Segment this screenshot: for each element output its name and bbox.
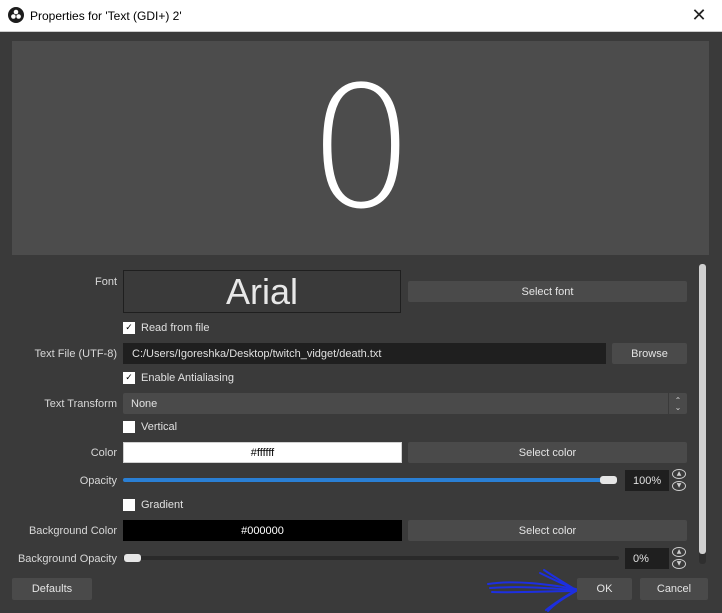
cancel-button[interactable]: Cancel <box>640 578 708 600</box>
title-bar: Properties for 'Text (GDI+) 2' ✕ <box>0 0 722 32</box>
vertical-label: Vertical <box>141 421 178 433</box>
chevron-down-icon[interactable]: ▼ <box>672 559 686 569</box>
properties-scrollbar[interactable] <box>699 264 706 564</box>
obs-logo-icon <box>8 7 24 23</box>
chevron-up-icon[interactable]: ▲ <box>672 469 686 479</box>
background-opacity-spinbox[interactable]: 0% <box>625 548 669 569</box>
updown-arrows-icon: ⌃ ⌄ <box>668 393 687 414</box>
opacity-spinbox[interactable]: 100% <box>625 470 669 491</box>
background-opacity-slider-handle[interactable] <box>124 554 141 562</box>
read-from-file-label: Read from file <box>141 322 210 334</box>
gradient-label: Gradient <box>141 499 184 511</box>
properties-panel: Font Arial Select font ✓ Read from file … <box>12 262 709 571</box>
font-sample: Arial <box>225 270 299 312</box>
opacity-label: Opacity <box>79 475 117 487</box>
background-color-swatch: #000000 <box>123 520 402 541</box>
text-transform-label: Text Transform <box>44 398 117 410</box>
background-opacity-slider-track[interactable] <box>123 556 619 560</box>
background-color-label: Background Color <box>28 525 117 537</box>
close-icon[interactable]: ✕ <box>676 0 722 31</box>
antialiasing-label: Enable Antialiasing <box>141 372 234 384</box>
select-color-button[interactable]: Select color <box>408 442 687 463</box>
text-transform-select[interactable]: None ⌃ ⌄ <box>123 393 687 414</box>
chevron-down-icon[interactable]: ▼ <box>672 481 686 491</box>
read-from-file-checkbox[interactable]: ✓ Read from file <box>123 322 209 334</box>
gradient-checkbox[interactable]: Gradient <box>123 499 183 511</box>
arrow-annotation-icon <box>487 569 577 612</box>
background-opacity-stepper[interactable]: ▲ ▼ <box>672 547 686 569</box>
opacity-slider-track[interactable] <box>123 478 617 482</box>
preview-text: 0 <box>308 50 415 246</box>
select-font-button[interactable]: Select font <box>408 281 687 302</box>
opacity-stepper[interactable]: ▲ ▼ <box>672 469 686 491</box>
text-file-label: Text File (UTF-8) <box>34 348 118 360</box>
antialiasing-checkbox[interactable]: ✓ Enable Antialiasing <box>123 372 234 384</box>
checkbox-checked-icon: ✓ <box>123 372 135 384</box>
font-label: Font <box>94 276 117 288</box>
opacity-slider-handle[interactable] <box>600 476 617 484</box>
text-transform-value: None <box>131 397 158 410</box>
chevron-up-icon[interactable]: ▲ <box>672 547 686 557</box>
defaults-button[interactable]: Defaults <box>12 578 92 600</box>
background-color-value: #000000 <box>241 524 284 537</box>
color-value: #ffffff <box>250 446 275 459</box>
text-file-input[interactable]: C:/Users/Igoreshka/Desktop/twitch_vidget… <box>123 343 606 364</box>
window-title: Properties for 'Text (GDI+) 2' <box>30 9 182 23</box>
font-sample-box: Arial <box>123 270 401 313</box>
browse-button[interactable]: Browse <box>612 343 687 364</box>
checkbox-checked-icon: ✓ <box>123 322 135 334</box>
color-swatch: #ffffff <box>123 442 402 463</box>
checkbox-unchecked-icon <box>123 421 135 433</box>
vertical-checkbox[interactable]: Vertical <box>123 421 177 433</box>
checkbox-unchecked-icon <box>123 499 135 511</box>
scrollbar-thumb[interactable] <box>699 264 706 554</box>
select-background-color-button[interactable]: Select color <box>408 520 687 541</box>
text-preview: 0 <box>12 41 709 255</box>
background-opacity-label: Background Opacity <box>17 553 117 565</box>
color-label: Color <box>90 447 117 459</box>
